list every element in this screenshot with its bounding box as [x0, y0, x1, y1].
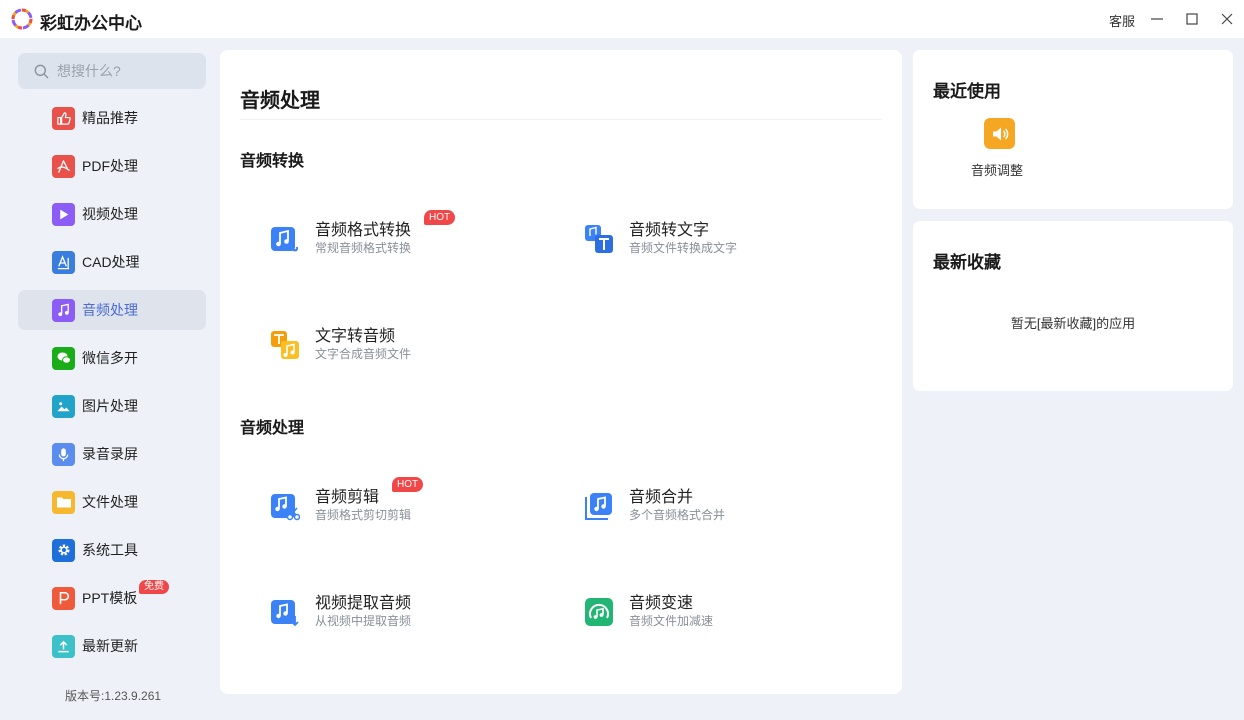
audio-merge-icon: [585, 493, 612, 520]
image-icon: [52, 394, 75, 418]
tool-name: 音频变速: [629, 595, 694, 612]
hot-badge: HOT: [392, 477, 424, 492]
cad-icon: [52, 250, 75, 274]
sidebar-item-cad[interactable]: CAD处理: [18, 242, 206, 282]
recent-app-label: 音频调整: [971, 163, 1024, 178]
tool-video-extract-audio[interactable]: 视频提取音频 从视频中提取音频: [270, 589, 550, 645]
sidebar-item-pdf[interactable]: PDF处理: [18, 146, 206, 186]
sidebar-item-label: 音频处理: [82, 302, 138, 318]
tool-name: 视频提取音频: [315, 595, 412, 612]
sidebar-item-label: PPT模板: [82, 590, 138, 606]
video-extract-audio-icon: [271, 600, 299, 627]
tool-audio-to-text[interactable]: 音频转文字 音频文件转换成文字: [584, 216, 864, 272]
sidebar-item-ppt[interactable]: PPT模板 免费: [18, 578, 206, 618]
search-box[interactable]: 想搜什么?: [18, 53, 206, 89]
minimize-button[interactable]: [1147, 9, 1167, 29]
tool-desc: 文字合成音频文件: [315, 347, 412, 361]
tool-desc: 音频格式剪切剪辑: [315, 508, 412, 522]
tool-name: 音频剪辑: [315, 489, 380, 506]
audio-format-convert-icon: [271, 227, 298, 252]
search-icon: [34, 64, 49, 78]
recent-app-audio-adjust[interactable]: 音频调整: [971, 118, 1031, 178]
sidebar-item-record[interactable]: 录音录屏: [18, 434, 206, 474]
sidebar-item-label: 最新更新: [82, 638, 138, 654]
tool-name: 音频转文字: [629, 222, 710, 239]
sidebar-item-updates[interactable]: 最新更新: [18, 626, 206, 666]
sidebar-item-label: 录音录屏: [82, 446, 138, 462]
thumbs-up-icon: [52, 106, 75, 130]
wechat-icon: [52, 346, 75, 370]
sidebar-item-file[interactable]: 文件处理: [18, 482, 206, 522]
play-icon: [52, 202, 75, 226]
sidebar-item-audio[interactable]: 音频处理: [18, 290, 206, 330]
tool-text-to-audio[interactable]: 文字转音频 文字合成音频文件: [270, 322, 550, 378]
tool-desc: 多个音频格式合并: [629, 508, 726, 522]
text-to-audio-icon: [271, 331, 299, 359]
free-badge: 免费: [139, 580, 169, 594]
tool-desc: 常规音频格式转换: [315, 241, 412, 255]
upload-icon: [52, 634, 75, 658]
maximize-icon: [1186, 13, 1198, 25]
maximize-button[interactable]: [1182, 9, 1202, 29]
audio-cut-icon: [271, 494, 300, 521]
sidebar-item-label: 微信多开: [82, 350, 138, 366]
sidebar-item-label: 精品推荐: [82, 110, 138, 126]
title-bar: 彩虹办公中心 客服: [0, 0, 1244, 38]
app-title: 彩虹办公中心: [40, 14, 142, 33]
folder-icon: [52, 490, 75, 514]
audio-to-text-icon: [585, 225, 613, 253]
customer-service-button[interactable]: 客服: [1109, 11, 1135, 30]
music-note-icon: [52, 298, 75, 322]
sidebar-item-image[interactable]: 图片处理: [18, 386, 206, 426]
gear-icon: [52, 538, 75, 562]
sidebar-item-wechat[interactable]: 微信多开: [18, 338, 206, 378]
close-button[interactable]: [1217, 9, 1237, 29]
tool-desc: 音频文件转换成文字: [629, 241, 738, 255]
tool-audio-merge[interactable]: 音频合并 多个音频格式合并: [584, 483, 864, 539]
tool-audio-speed[interactable]: 音频变速 音频文件加减速: [584, 589, 864, 645]
ppt-icon: [52, 586, 75, 610]
sidebar: 想搜什么? 精品推荐 PDF处理 视频处理 CAD处理 音频处理 微信多开 图片…: [0, 38, 220, 720]
close-icon: [1221, 13, 1233, 25]
tool-audio-cut[interactable]: 音频剪辑 HOT 音频格式剪切剪辑: [270, 477, 550, 539]
microphone-icon: [52, 442, 75, 466]
recent-card: 最近使用 音频调整: [913, 50, 1233, 209]
sidebar-item-label: PDF处理: [82, 158, 138, 174]
favorites-title: 最新收藏: [933, 253, 1001, 272]
minimize-icon: [1151, 18, 1163, 20]
recent-title: 最近使用: [933, 82, 1001, 101]
pdf-icon: [52, 154, 75, 178]
sidebar-item-label: 视频处理: [82, 206, 138, 222]
sidebar-item-label: 图片处理: [82, 398, 138, 414]
sidebar-item-label: 文件处理: [82, 494, 138, 510]
version-label: 版本号:1.23.9.261: [65, 689, 162, 703]
search-placeholder: 想搜什么?: [57, 63, 121, 79]
tool-name: 音频格式转换: [315, 222, 412, 239]
sidebar-item-label: CAD处理: [82, 254, 140, 270]
speaker-icon: [984, 118, 1015, 149]
favorites-empty-text: 暂无[最新收藏]的应用: [1010, 316, 1136, 331]
section-title: 音频处理: [240, 420, 305, 437]
divider: [240, 119, 882, 120]
page-title: 音频处理: [240, 90, 320, 112]
tool-desc: 音频文件加减速: [629, 614, 714, 628]
sidebar-item-featured[interactable]: 精品推荐: [18, 98, 206, 138]
audio-speed-icon: [585, 598, 613, 626]
tool-name: 音频合并: [629, 489, 694, 506]
main-panel: 音频处理 音频转换 音频格式转换 HOT 常规音频格式转换 音频转文字 音频文件…: [220, 50, 902, 694]
tool-desc: 从视频中提取音频: [315, 614, 412, 628]
sidebar-item-label: 系统工具: [82, 542, 138, 558]
tool-audio-format-convert[interactable]: 音频格式转换 HOT 常规音频格式转换: [270, 210, 550, 272]
hot-badge: HOT: [424, 210, 456, 225]
sidebar-item-system[interactable]: 系统工具: [18, 530, 206, 570]
section-title: 音频转换: [240, 153, 305, 170]
tool-name: 文字转音频: [315, 328, 396, 345]
sidebar-item-video[interactable]: 视频处理: [18, 194, 206, 234]
rainbow-logo-icon: [11, 8, 33, 30]
favorites-card: 最新收藏 暂无[最新收藏]的应用: [913, 221, 1233, 391]
